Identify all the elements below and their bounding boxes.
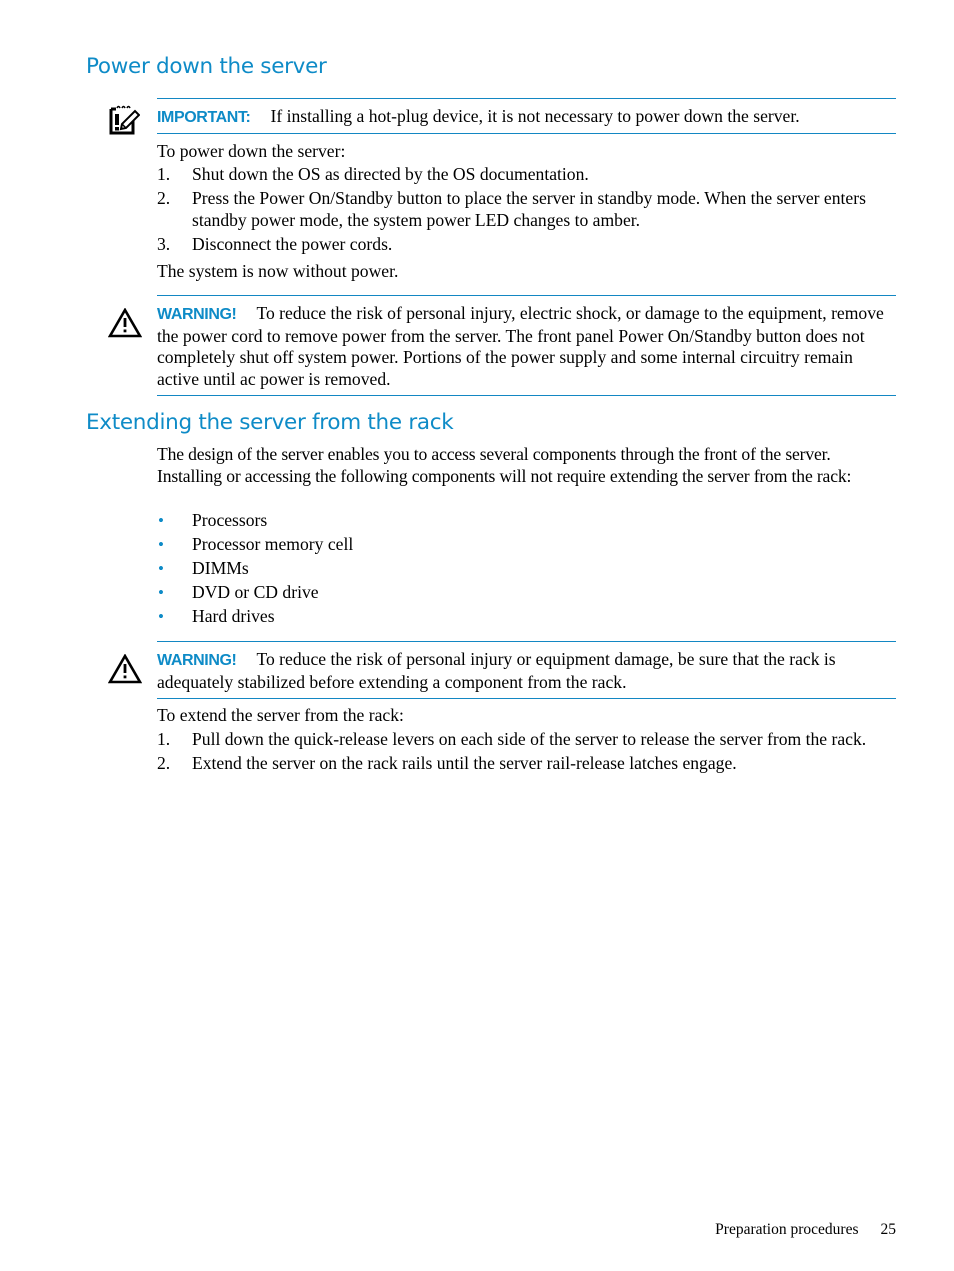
bullet-icon: •	[158, 535, 164, 554]
bullet-icon: •	[158, 559, 164, 578]
page-footer: Preparation procedures 25	[715, 1221, 896, 1239]
step-text: Pull down the quick-release levers on ea…	[192, 729, 867, 749]
list-item: • Processor memory cell	[157, 534, 897, 556]
component-bullet-list: • Processors • Processor memory cell • DIMM…	[157, 510, 897, 630]
bullet-text: Processors	[192, 510, 268, 530]
bullet-text: DVD or CD drive	[192, 582, 319, 602]
warning-triangle-icon	[107, 653, 143, 689]
list-item: • DVD or CD drive	[157, 582, 897, 604]
step-text: Press the Power On/Standby button to pla…	[192, 188, 866, 230]
step-text: Shut down the OS as directed by the OS d…	[192, 164, 589, 184]
step-number: 1.	[157, 164, 171, 184]
section-heading-extending: Extending the server from the rack	[86, 410, 454, 435]
warning-label: WARNING!	[157, 306, 237, 323]
bullet-text: DIMMs	[192, 558, 249, 578]
list-item: • Processors	[157, 510, 897, 532]
step-number: 2.	[157, 753, 171, 773]
important-text: If installing a hot-plug device, it is n…	[270, 106, 800, 126]
warning-notice-rack: WARNING! To reduce the risk of personal i…	[157, 641, 896, 699]
step-number: 2.	[157, 188, 171, 208]
section-heading-power-down: Power down the server	[86, 54, 327, 79]
warning-triangle-icon	[107, 307, 143, 343]
step-text: Extend the server on the rack rails unti…	[192, 753, 737, 773]
warning-label: WARNING!	[157, 652, 237, 669]
important-label: IMPORTANT:	[157, 109, 251, 126]
bullet-text: Processor memory cell	[192, 534, 354, 554]
extending-intro: The design of the server enables you to …	[157, 444, 852, 486]
list-item: • DIMMs	[157, 558, 897, 580]
warning-notice-power: WARNING! To reduce the risk of personal i…	[157, 295, 896, 396]
warning-text: To reduce the risk of personal injury or…	[157, 649, 836, 692]
list-item: 1. Pull down the quick-release levers on …	[157, 729, 897, 751]
list-item: 2. Extend the server on the rack rails un…	[157, 753, 897, 775]
footer-section-title: Preparation procedures	[715, 1221, 859, 1238]
step-number: 3.	[157, 233, 171, 254]
bullet-text: Hard drives	[192, 606, 275, 626]
extend-steps: 1. Pull down the quick-release levers on …	[157, 729, 897, 777]
bullet-icon: •	[158, 607, 164, 626]
notepad-pencil-icon	[108, 104, 141, 141]
important-notice: IMPORTANT: If installing a hot-plug devic…	[157, 98, 896, 134]
power-down-intro: To power down the server:	[157, 141, 346, 161]
power-down-outro: The system is now without power.	[157, 261, 399, 281]
bullet-icon: •	[158, 583, 164, 602]
document-page: Power down the server IMPORTANT: If insta…	[0, 0, 954, 1271]
step-number: 1.	[157, 729, 171, 749]
extend-steps-intro: To extend the server from the rack:	[157, 705, 404, 725]
list-item: 1. Shut down the OS as directed by the OS…	[157, 164, 897, 186]
page-number: 25	[880, 1221, 897, 1238]
list-item: • Hard drives	[157, 606, 897, 628]
list-item: 3. Disconnect the power cords.	[157, 234, 897, 256]
bullet-icon: •	[158, 511, 164, 530]
power-down-steps: 1. Shut down the OS as directed by the OS…	[157, 164, 897, 258]
step-text: Disconnect the power cords.	[192, 233, 393, 254]
warning-text: To reduce the risk of personal injury, e…	[157, 303, 884, 390]
list-item: 2. Press the Power On/Standby button to p…	[157, 188, 897, 231]
